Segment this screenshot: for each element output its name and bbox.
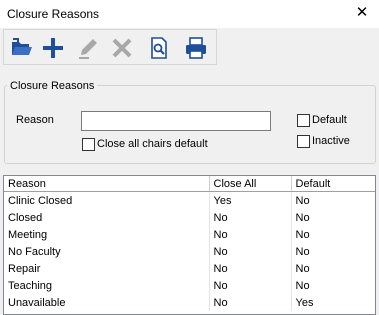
cell-default: No bbox=[295, 262, 310, 275]
toolbar bbox=[3, 29, 217, 65]
table-row[interactable]: No Faculty No No bbox=[4, 243, 375, 260]
cell-close-all: No bbox=[209, 209, 292, 226]
delete-button[interactable] bbox=[108, 34, 136, 62]
close-button[interactable]: ✕ bbox=[349, 1, 375, 25]
cell-default: No bbox=[295, 211, 310, 224]
table-row[interactable]: Closed No No bbox=[4, 209, 375, 226]
preview-icon bbox=[151, 37, 167, 59]
column-header-reason[interactable]: Reason bbox=[4, 176, 210, 192]
table-row[interactable]: Repair No No bbox=[4, 260, 375, 277]
table-row[interactable]: Unavailable No Yes bbox=[4, 294, 375, 311]
cell-reason: Closed bbox=[4, 209, 210, 226]
default-checkbox[interactable] bbox=[297, 114, 310, 127]
cell-close-all: No bbox=[209, 277, 292, 294]
print-button[interactable] bbox=[182, 34, 210, 62]
reason-label: Reason bbox=[16, 114, 54, 126]
inactive-label: Inactive bbox=[312, 135, 350, 147]
cell-reason: Repair bbox=[4, 260, 210, 277]
cell-close-all: No bbox=[209, 226, 292, 243]
cell-close-all: No bbox=[209, 243, 292, 260]
table-row[interactable]: Clinic Closed Yes No bbox=[4, 191, 375, 209]
preview-button[interactable] bbox=[145, 34, 173, 62]
print-icon bbox=[186, 37, 206, 59]
edit-button[interactable] bbox=[74, 34, 102, 62]
table-header-row: Reason Close All Default bbox=[4, 176, 375, 192]
cell-default: No bbox=[295, 245, 310, 258]
cell-default: Yes bbox=[295, 296, 314, 309]
open-icon bbox=[12, 38, 32, 55]
table-row[interactable]: Teaching No No bbox=[4, 277, 375, 294]
cell-reason: Unavailable bbox=[4, 294, 210, 311]
cell-reason: Teaching bbox=[4, 277, 210, 294]
cell-reason: No Faculty bbox=[4, 243, 210, 260]
add-button[interactable] bbox=[39, 34, 67, 62]
inactive-checkbox[interactable] bbox=[297, 135, 310, 148]
cell-default: No bbox=[295, 194, 310, 207]
open-button[interactable] bbox=[7, 34, 35, 62]
group-title: Closure Reasons bbox=[7, 80, 98, 92]
reasons-table: Reason Close All Default Clinic Closed Y… bbox=[4, 176, 375, 311]
edit-icon bbox=[79, 39, 97, 59]
cell-default: No bbox=[295, 279, 310, 292]
default-label: Default bbox=[312, 114, 347, 126]
cell-close-all: Yes bbox=[209, 191, 292, 209]
table-row[interactable]: Meeting No No bbox=[4, 226, 375, 243]
window-title: Closure Reasons bbox=[7, 7, 100, 21]
closure-reasons-grid[interactable]: Reason Close All Default Clinic Closed Y… bbox=[3, 175, 376, 315]
reason-input[interactable] bbox=[81, 111, 271, 131]
column-header-close-all[interactable]: Close All bbox=[209, 176, 292, 192]
close-all-chairs-label: Close all chairs default bbox=[97, 138, 208, 150]
add-icon bbox=[43, 38, 63, 58]
cell-close-all: No bbox=[209, 294, 292, 311]
cell-reason: Clinic Closed bbox=[4, 191, 210, 209]
cell-close-all: No bbox=[209, 260, 292, 277]
close-all-chairs-checkbox[interactable] bbox=[82, 138, 95, 151]
cell-reason: Meeting bbox=[4, 226, 210, 243]
title-bar: Closure Reasons ✕ bbox=[0, 0, 379, 28]
column-header-default[interactable]: Default bbox=[291, 176, 375, 192]
delete-icon bbox=[112, 38, 132, 58]
cell-default: No bbox=[295, 228, 310, 241]
